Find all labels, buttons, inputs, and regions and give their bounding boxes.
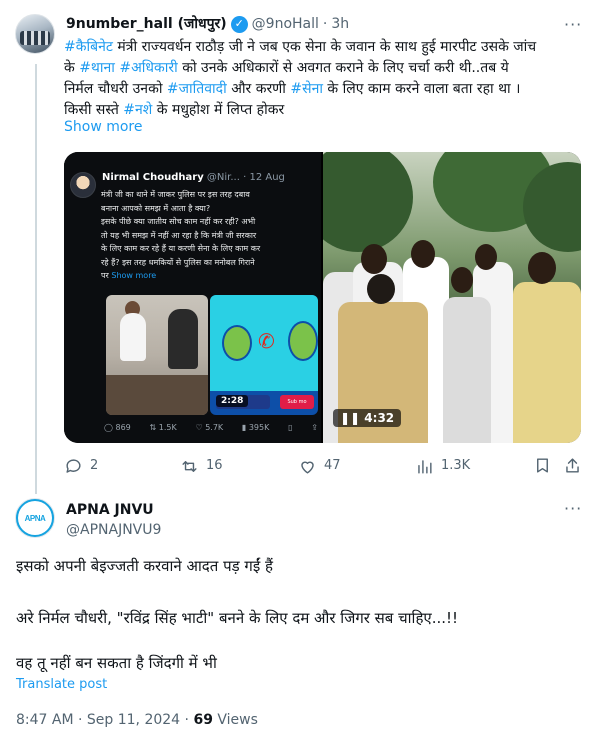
video-duration: ❚❚ 4:32 xyxy=(333,409,402,427)
embedded-author: Nirmal Choudhary xyxy=(102,172,204,183)
tweet-body-line: अरे निर्मल चौधरी, "रविंद्र सिंह भाटी" बन… xyxy=(16,609,459,627)
post-time[interactable]: 3h xyxy=(331,14,349,34)
author-handle[interactable]: @9noHall xyxy=(252,14,319,34)
translate-post-link[interactable]: Translate post xyxy=(16,677,107,692)
tweet-text-segment: मंत्री राज्यवर्धन राठौड़ जी ने जब एक सेन… xyxy=(112,39,537,55)
tweet-body-line: वह तू नहीं बन सकता है जिंदगी में भी xyxy=(16,654,217,672)
video-thumbnail[interactable]: ❚❚ 4:32 xyxy=(323,152,581,443)
views-button[interactable]: 1.3K xyxy=(415,456,470,476)
repost-icon xyxy=(182,460,197,472)
tweet-text-line: के #थाना #अधिकारी को उनके अधिकारों से अव… xyxy=(64,58,579,79)
embedded-line: मंत्री जी का थाने में जाकर पुलिस पर इस त… xyxy=(101,190,250,199)
embedded-handle: @Nir... xyxy=(206,172,240,183)
embedded-likes: 5.7K xyxy=(205,423,224,432)
media-grid[interactable]: Nirmal Choudhary @Nir... · 12 Aug मंत्री… xyxy=(64,152,581,443)
repost-button[interactable]: 16 xyxy=(180,456,223,476)
phone-icon: ✆ xyxy=(258,329,275,353)
more-options-icon[interactable]: ··· xyxy=(564,501,582,517)
embedded-tweet-stats: ◯ 869 ⇅ 1.5K ♡ 5.7K ▮ 395K ▯ ⇪ xyxy=(104,423,318,432)
views-icon xyxy=(418,459,432,474)
separator: · xyxy=(322,16,328,32)
embedded-date: · 12 Aug xyxy=(243,172,285,183)
embedded-line: बनाना आपको समझ में आता है क्या? xyxy=(101,203,211,213)
author-name[interactable]: APNA JNVU xyxy=(66,500,154,520)
like-button[interactable]: 47 xyxy=(298,456,341,476)
hashtag-link[interactable]: #सेना xyxy=(290,81,323,97)
action-bar: 2 16 47 1.3K xyxy=(64,456,581,478)
embedded-line: इसके पीछे क्या जातीय सोच काम नहीं कर रही… xyxy=(101,217,256,226)
hashtag-link[interactable]: #थाना xyxy=(79,60,115,76)
embedded-avatar xyxy=(70,172,96,198)
embedded-show-more: Show more xyxy=(111,271,157,280)
tweet-text-segment: के xyxy=(64,60,80,76)
hashtag-link[interactable]: #जातिवादी xyxy=(167,81,227,97)
author-avatar[interactable] xyxy=(15,14,55,54)
hashtag-link[interactable]: #नशे xyxy=(123,102,152,118)
embedded-line: तो यह भी समझ में नहीं आ रहा है कि मंत्री… xyxy=(101,230,257,240)
embedded-tweet-image[interactable]: Nirmal Choudhary @Nir... · 12 Aug मंत्री… xyxy=(64,152,321,443)
bookmark-icon xyxy=(537,458,548,473)
like-count: 47 xyxy=(324,458,341,473)
embedded-replies: 869 xyxy=(115,423,131,432)
more-options-icon[interactable]: ··· xyxy=(564,17,582,33)
post-date[interactable]: Sep 11, 2024 xyxy=(87,712,180,728)
views-label: Views xyxy=(217,712,258,728)
embedded-reposts: 1.5K xyxy=(158,423,177,432)
embedded-tweet-header: Nirmal Choudhary @Nir... · 12 Aug xyxy=(102,172,285,183)
bookmark-icon: ▯ xyxy=(288,423,293,432)
tweet-body-line: इसको अपनी बेइज्जती करवाने आदत पड़ गईं है… xyxy=(16,557,273,575)
embedded-line: रहे हैं? इस तरह धमकियों से पुलिस का मनोब… xyxy=(101,257,255,267)
like-icon xyxy=(301,461,314,474)
reply-icon: ◯ xyxy=(104,423,113,432)
reply-count: 2 xyxy=(90,458,99,473)
views-icon: ▮ xyxy=(241,423,247,432)
thread-line xyxy=(35,64,37,494)
embedded-tweet-text: मंत्री जी का थाने में जाकर पुलिस पर इस त… xyxy=(101,188,315,283)
tweet-text-segment: के लिए काम करने वाला बता रहा था । xyxy=(322,81,521,97)
repost-count: 16 xyxy=(206,458,223,473)
embedded-views: 395K xyxy=(248,423,270,432)
post-metadata: 8:47 AM · Sep 11, 2024 · 69 Views xyxy=(16,712,258,728)
verified-badge-icon: ✓ xyxy=(230,15,248,33)
share-icon: ⇪ xyxy=(311,423,318,432)
embedded-line: के लिए काम कर रहे हैं या करणी सेना के लि… xyxy=(101,244,261,253)
views-count: 69 xyxy=(193,712,213,728)
tweet-text-segment: को उनके अधिकारों से अवगत कराने के लिए चर… xyxy=(177,60,509,76)
embedded-video-duration: 2:28 xyxy=(216,395,249,407)
tweet-text-line: निर्मल चौधरी उनको #जातिवादी और करणी #सेन… xyxy=(64,79,579,100)
embedded-line: पर xyxy=(101,271,109,280)
tweet-text-line: किसी सस्ते #नशे के मधुहोश में लिप्त होकर xyxy=(64,100,579,121)
quoted-tweet-text: #कैबिनेट मंत्री राज्यवर्धन राठौड़ जी ने … xyxy=(64,37,579,121)
embedded-photo xyxy=(106,295,208,415)
like-icon: ♡ xyxy=(195,423,203,432)
tweet-text-segment: किसी सस्ते xyxy=(64,102,124,118)
hashtag-link[interactable]: #कैबिनेट xyxy=(64,39,113,55)
hashtag-link[interactable]: #अधिकारी xyxy=(119,60,177,76)
embedded-video-tag: Sub mo xyxy=(280,395,314,409)
tweet-text-segment: के मधुहोश में लिप्त होकर xyxy=(152,102,285,118)
author-avatar[interactable]: APNA xyxy=(15,498,55,538)
author-handle[interactable]: @APNAJNVU9 xyxy=(66,520,161,540)
tweet-text-segment: निर्मल चौधरी उनको xyxy=(64,81,167,97)
share-button[interactable] xyxy=(563,456,582,475)
tweet-text-segment: और करणी xyxy=(226,81,291,97)
views-count: 1.3K xyxy=(441,458,471,473)
quoted-tweet-header: 9number_hall (जोधपुर) ✓ @9noHall · 3h xyxy=(66,14,349,34)
tweet-text-line: #कैबिनेट मंत्री राज्यवर्धन राठौड़ जी ने … xyxy=(64,37,579,58)
reply-icon xyxy=(66,458,81,473)
show-more-link[interactable]: Show more xyxy=(64,119,143,135)
author-name[interactable]: 9number_hall (जोधपुर) xyxy=(66,14,227,34)
repost-icon: ⇅ xyxy=(149,423,157,432)
share-icon xyxy=(566,458,579,473)
video-duration-label: 4:32 xyxy=(364,411,395,425)
reply-button[interactable]: 2 xyxy=(64,456,98,476)
post-time[interactable]: 8:47 AM xyxy=(16,712,74,728)
avatar-logo-text: APNA xyxy=(24,513,46,523)
bookmark-button[interactable] xyxy=(533,456,552,475)
